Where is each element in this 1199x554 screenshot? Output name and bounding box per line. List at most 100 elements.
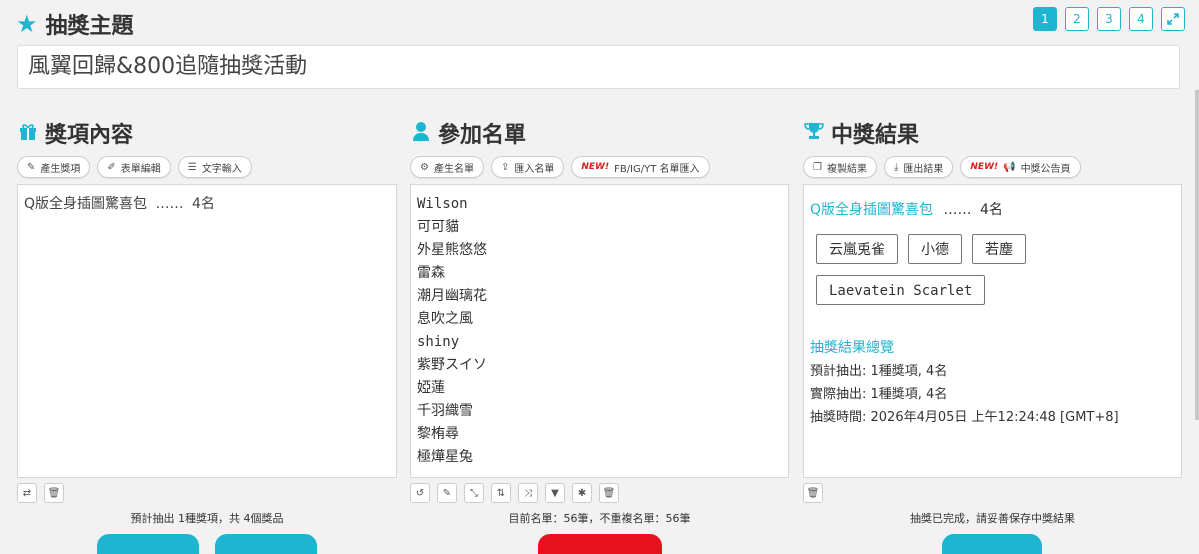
prizes-list-box[interactable]: Q版全身插圖驚喜包 …… 4名 xyxy=(17,184,397,478)
page-button-2[interactable]: 2 xyxy=(1065,7,1089,31)
text-input-label: 文字輸入 xyxy=(201,163,242,175)
participants-title: 參加名單 xyxy=(438,123,527,148)
participants-tools: ↺ ✎ ⤡ ⇅ ⤨ ▼ ✱ 🗑 xyxy=(410,483,619,503)
gift-icon xyxy=(17,121,39,146)
draw-button[interactable] xyxy=(538,534,662,554)
announce-page-button[interactable]: NEW! 📢 中獎公告頁 xyxy=(960,156,1081,178)
compress-icon: ⤡ xyxy=(470,487,478,499)
participant-item: 黎栯尋 xyxy=(417,426,459,442)
undo-button[interactable]: ↺ xyxy=(410,483,430,503)
participants-delete-button[interactable]: 🗑 xyxy=(599,483,619,503)
generate-prizes-label: 產生獎項 xyxy=(40,163,81,175)
shuffle-icon: ⤨ xyxy=(524,487,532,499)
trash-icon: 🗑 xyxy=(47,487,61,499)
summary-time: 抽獎時間: 2026年4月05日 上午12:24:48 [GMT+8] xyxy=(810,410,1119,425)
participants-list: Wilson 可可貓 外星熊悠悠 雷森 潮月幽璃花 息吹之風 shiny 紫野ス… xyxy=(411,185,788,477)
prizes-column: 獎項內容 ✎ 產生獎項 ✐ 表單編輯 ☰ 文字輸入 xyxy=(17,110,397,178)
participants-list-box[interactable]: Wilson 可可貓 外星熊悠悠 雷森 潮月幽璃花 息吹之風 shiny 紫野ス… xyxy=(410,184,789,478)
generate-prizes-button[interactable]: ✎ 產生獎項 xyxy=(17,156,91,178)
result-prize-heading: Q版全身插圖驚喜包 …… 4名 xyxy=(804,185,1181,219)
page-scrollbar[interactable] xyxy=(1195,90,1199,420)
results-column: 中獎結果 ❐ 複製結果 ⤓ 匯出結果 NEW! 📢 中獎公告頁 xyxy=(803,110,1183,178)
user-icon xyxy=(410,121,432,146)
sort-button[interactable]: ⇅ xyxy=(491,483,511,503)
results-box: Q版全身插圖驚喜包 …… 4名 云嵐兎雀 小德 若塵 Laevatein Scarl… xyxy=(803,184,1182,478)
magic-button[interactable]: ✎ xyxy=(437,483,457,503)
upload-icon: ⇪ xyxy=(500,161,510,173)
summary-title: 抽獎結果總覽 xyxy=(810,340,894,356)
results-delete-button[interactable]: 🗑 xyxy=(803,483,823,503)
prizes-action-button-1[interactable] xyxy=(97,534,199,554)
prizes-tools: ⇄ 🗑 xyxy=(17,483,64,503)
sort-icon: ⇅ xyxy=(496,487,506,499)
export-results-button[interactable]: ⤓ 匯出結果 xyxy=(883,156,954,178)
filter-icon: ▼ xyxy=(551,487,559,499)
participant-item: Wilson xyxy=(417,196,468,212)
participant-item: 千羽織雪 xyxy=(417,403,473,419)
generate-names-button[interactable]: ⚙ 產生名單 xyxy=(410,156,484,178)
winner-badge: 云嵐兎雀 xyxy=(816,234,898,264)
compress-button[interactable]: ⤡ xyxy=(464,483,484,503)
prizes-header: 獎項內容 xyxy=(17,110,397,156)
form-edit-label: 表單編輯 xyxy=(120,163,161,175)
results-action-button[interactable] xyxy=(942,534,1042,554)
result-prize-name: Q版全身插圖驚喜包 xyxy=(810,202,934,218)
participant-item: 雷森 xyxy=(417,265,445,281)
winner-badge: 若塵 xyxy=(972,234,1026,264)
star-icon: ★ xyxy=(16,10,38,38)
trophy-icon xyxy=(803,121,825,146)
page-button-3[interactable]: 3 xyxy=(1097,7,1121,31)
social-import-button[interactable]: NEW! FB/IG/YT 名單匯入 xyxy=(571,156,710,178)
winner-badge: Laevatein Scarlet xyxy=(816,275,986,305)
filter-button[interactable]: ▼ xyxy=(545,483,565,503)
participant-item: 潮月幽璃花 xyxy=(417,288,487,304)
results-tools: 🗑 xyxy=(803,483,823,503)
page-button-1[interactable]: 1 xyxy=(1033,7,1057,31)
summary-actual: 實際抽出: 1種獎項, 4名 xyxy=(810,387,948,402)
asterisk-button[interactable]: ✱ xyxy=(572,483,592,503)
cogs-icon: ⚙ xyxy=(420,161,429,173)
prize-count: 4名 xyxy=(191,196,215,212)
magic-wand-icon: ✎ xyxy=(27,161,36,173)
participant-item: 外星熊悠悠 xyxy=(417,242,487,258)
copy-results-label: 複製結果 xyxy=(826,163,867,175)
winner-badge: 小德 xyxy=(908,234,962,264)
participant-item: 婭蓮 xyxy=(417,380,445,396)
summary-expected: 預計抽出: 1種獎項, 4名 xyxy=(810,364,948,379)
export-results-label: 匯出結果 xyxy=(903,163,944,175)
topic-input[interactable]: 風翼回歸&800追隨抽獎活動 xyxy=(17,45,1180,89)
retweet-button[interactable]: ⇄ xyxy=(17,483,37,503)
text-input-button[interactable]: ☰ 文字輸入 xyxy=(177,156,252,178)
participant-item: shiny xyxy=(417,334,460,350)
generate-names-label: 產生名單 xyxy=(433,163,474,175)
participant-item: 可可貓 xyxy=(417,219,459,235)
announce-label: 中獎公告頁 xyxy=(1020,163,1071,175)
undo-icon: ↺ xyxy=(415,487,425,499)
participant-item: 極燁星兔 xyxy=(417,449,473,465)
list-icon: ☰ xyxy=(187,161,197,173)
import-names-button[interactable]: ⇪ 匯入名單 xyxy=(490,156,565,178)
winners-list: 云嵐兎雀 小德 若塵 Laevatein Scarlet xyxy=(804,219,1181,316)
form-edit-button[interactable]: ✐ 表單編輯 xyxy=(97,156,171,178)
page-button-4[interactable]: 4 xyxy=(1129,7,1153,31)
new-badge: NEW! xyxy=(581,162,610,172)
shuffle-button[interactable]: ⤨ xyxy=(518,483,538,503)
copy-results-button[interactable]: ❐ 複製結果 xyxy=(803,156,877,178)
page-switcher: 1 2 3 4 xyxy=(1033,7,1185,31)
header-title-row: ★ 抽獎主題 xyxy=(16,8,134,40)
participants-footer: 目前名單：56筆，不重複名單：56筆 xyxy=(508,512,691,525)
prizes-delete-button[interactable]: 🗑 xyxy=(44,483,64,503)
prize-dots: …… xyxy=(155,196,184,212)
social-import-label: FB/IG/YT 名單匯入 xyxy=(614,163,700,175)
result-prize-count: 4名 xyxy=(979,202,1003,218)
new-badge: NEW! xyxy=(970,162,999,172)
edit-icon: ✐ xyxy=(107,161,116,173)
copy-icon: ❐ xyxy=(813,161,822,173)
fullscreen-button[interactable] xyxy=(1161,7,1185,31)
prizes-action-button-2[interactable] xyxy=(215,534,317,554)
page-title: 抽獎主題 xyxy=(45,14,134,39)
result-prize-dots: …… xyxy=(943,202,972,218)
participant-item: 紫野スイソ xyxy=(417,357,487,373)
prizes-footer: 預計抽出 1種獎項，共 4個獎品 xyxy=(130,512,284,525)
import-names-label: 匯入名單 xyxy=(514,163,555,175)
